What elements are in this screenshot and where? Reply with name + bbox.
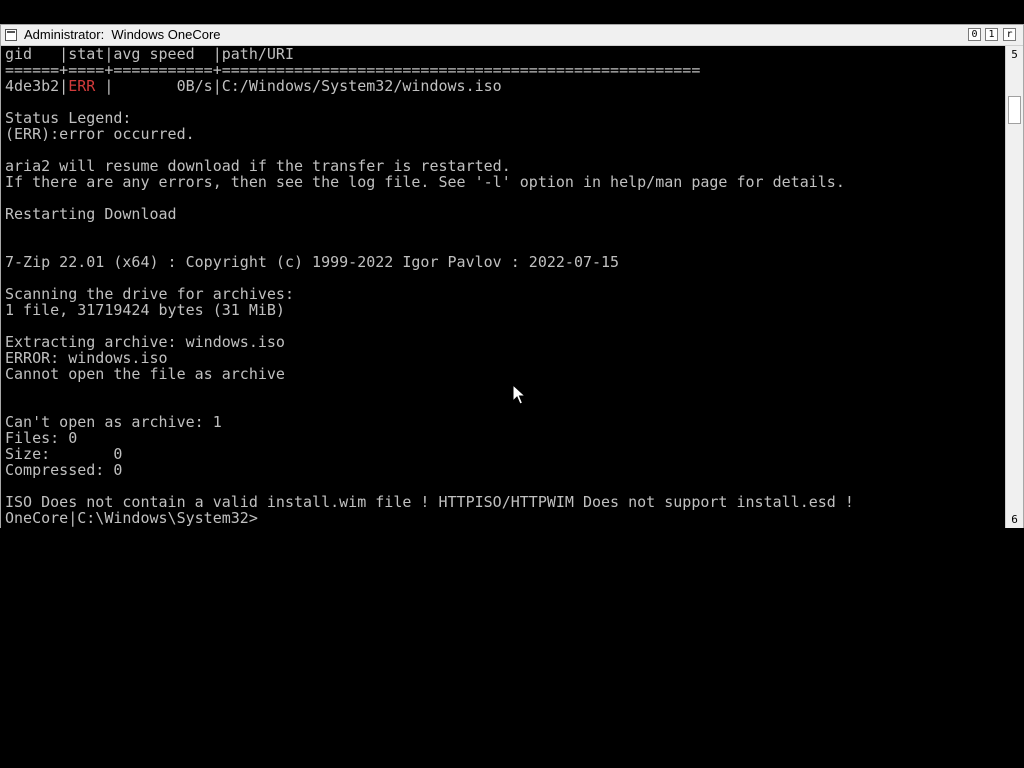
title-bar[interactable]: Administrator: Windows OneCore 0 1 r xyxy=(1,25,1023,46)
console-line: Files: 0 xyxy=(5,429,78,447)
scroll-down-button[interactable]: 6 xyxy=(1006,511,1023,528)
gid-cell: 4de3b2| xyxy=(5,77,69,95)
console-line: 1 file, 31719424 bytes (31 MiB) xyxy=(5,301,285,319)
console-line: Restarting Download xyxy=(5,205,177,223)
console-line: Cannot open the file as archive xyxy=(5,365,285,383)
console-line: gid |stat|avg speed |path/URI xyxy=(5,46,294,63)
close-button[interactable]: r xyxy=(1003,28,1016,41)
console-line: Status Legend: xyxy=(5,109,132,127)
console-line: 7-Zip 22.01 (x64) : Copyright (c) 1999-2… xyxy=(5,253,620,271)
console-window: Administrator: Windows OneCore 0 1 r gid… xyxy=(0,24,1024,528)
console-line: ERROR: windows.iso xyxy=(5,349,168,367)
console-line: If there are any errors, then see the lo… xyxy=(5,173,845,191)
console-line: ======+====+===========+================… xyxy=(5,61,701,79)
console-line: Extracting archive: windows.iso xyxy=(5,333,285,351)
maximize-button[interactable]: 1 xyxy=(985,28,998,41)
err-status: ERR xyxy=(68,77,105,95)
console-line: Compressed: 0 xyxy=(5,461,123,479)
console-line: aria2 will resume download if the transf… xyxy=(5,157,511,175)
console-output[interactable]: gid |stat|avg speed |path/URI ======+===… xyxy=(1,46,1005,528)
scroll-up-button[interactable]: 5 xyxy=(1006,46,1023,63)
console-line-status-row: 4de3b2|ERR | 0B/s|C:/Windows/System32/wi… xyxy=(5,78,502,94)
window-title: Administrator: Windows OneCore xyxy=(24,27,221,42)
command-prompt[interactable]: OneCore|C:\Windows\System32> xyxy=(5,510,258,526)
console-line: Size: 0 xyxy=(5,445,123,463)
console-line: Scanning the drive for archives: xyxy=(5,285,294,303)
minimize-button[interactable]: 0 xyxy=(968,28,981,41)
speed-path-cell: | 0B/s|C:/Windows/System32/windows.iso xyxy=(104,77,502,95)
mouse-pointer-icon xyxy=(512,384,526,405)
vertical-scrollbar[interactable]: 5 6 xyxy=(1005,46,1023,528)
scroll-thumb[interactable] xyxy=(1008,96,1021,124)
console-line: ISO Does not contain a valid install.wim… xyxy=(5,493,854,511)
console-line: (ERR):error occurred. xyxy=(5,125,195,143)
console-window-icon[interactable] xyxy=(5,29,17,41)
console-line: Can't open as archive: 1 xyxy=(5,413,222,431)
